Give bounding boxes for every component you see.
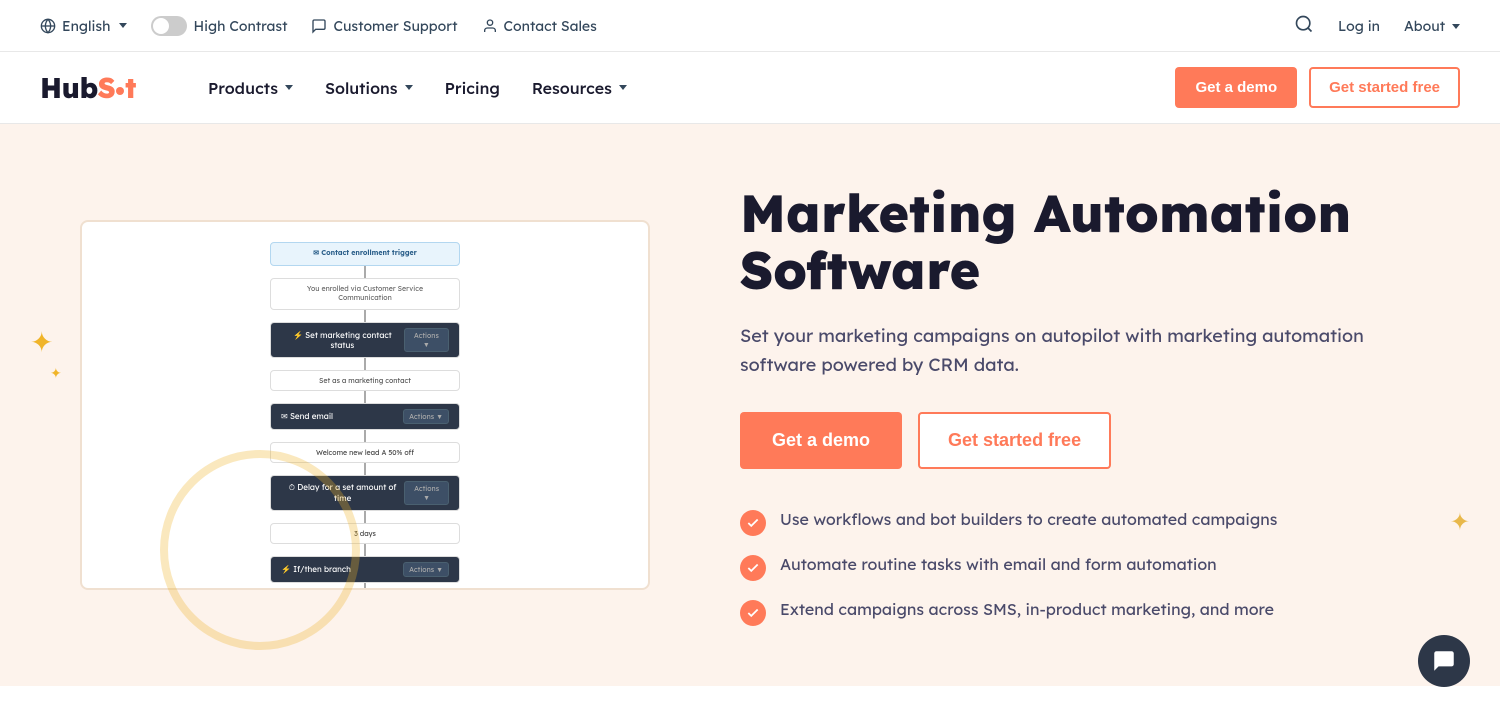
wf-trigger: ✉ Contact enrollment trigger	[270, 242, 460, 266]
arc-decoration	[160, 450, 360, 650]
customer-support-link[interactable]: Customer Support	[311, 17, 457, 35]
sparkle-decoration-2: ✦	[50, 364, 62, 382]
nav-started-button[interactable]: Get started free	[1309, 67, 1460, 108]
about-chevron	[1452, 24, 1460, 29]
check-icon-3	[740, 600, 766, 626]
hero-started-button[interactable]: Get started free	[918, 412, 1111, 469]
sales-label: Contact Sales	[504, 17, 597, 35]
sparkle-decoration-1: ✦	[30, 324, 53, 359]
nav-links: Products Solutions Pricing Resources	[196, 70, 1135, 106]
feature-list: Use workflows and bot builders to create…	[740, 509, 1420, 626]
checkmark-svg-2	[746, 561, 760, 575]
nav-demo-button[interactable]: Get a demo	[1175, 67, 1297, 108]
hero-content: Marketing Automation Software Set your m…	[740, 184, 1420, 626]
search-icon	[1294, 14, 1314, 34]
chat-button[interactable]	[1418, 635, 1470, 687]
hero-section: ✦ ✦ ✦ ✉ Contact enrollment trigger You e…	[0, 124, 1500, 686]
nav-resources[interactable]: Resources	[520, 70, 639, 106]
feature-label-2: Automate routine tasks with email and fo…	[780, 554, 1217, 574]
top-bar: English High Contrast Customer Support C…	[0, 0, 1500, 52]
nav-resources-label: Resources	[532, 78, 612, 98]
wf-send-email: ✉ Send email Actions ▼	[270, 403, 460, 430]
person-icon	[482, 18, 498, 34]
about-link[interactable]: About	[1404, 17, 1460, 35]
feature-label-3: Extend campaigns across SMS, in-product …	[780, 599, 1274, 619]
wf-action-1: You enrolled via Customer ServiceCommuni…	[270, 278, 460, 310]
products-chevron	[285, 85, 293, 90]
top-bar-left: English High Contrast Customer Support C…	[40, 16, 597, 36]
login-link[interactable]: Log in	[1338, 17, 1380, 35]
logo-text: HubSt	[40, 70, 136, 105]
resources-chevron	[619, 85, 627, 90]
feature-item-1: Use workflows and bot builders to create…	[740, 509, 1420, 536]
support-label: Customer Support	[333, 17, 457, 35]
hero-cta-group: Get a demo Get started free	[740, 412, 1420, 469]
nav-ctas: Get a demo Get started free	[1175, 67, 1460, 108]
language-selector[interactable]: English	[40, 17, 127, 35]
top-bar-right: Log in About	[1294, 14, 1460, 38]
check-icon-2	[740, 555, 766, 581]
high-contrast-toggle[interactable]: High Contrast	[151, 16, 287, 36]
wf-ifthen: ⚡ Set marketing contact status Actions ▼	[270, 322, 460, 358]
hero-demo-button[interactable]: Get a demo	[740, 412, 902, 469]
contact-sales-link[interactable]: Contact Sales	[482, 17, 597, 35]
hero-title: Marketing Automation Software	[740, 184, 1420, 298]
feature-label-1: Use workflows and bot builders to create…	[780, 509, 1277, 529]
feature-item-3: Extend campaigns across SMS, in-product …	[740, 599, 1420, 626]
nav-solutions[interactable]: Solutions	[313, 70, 425, 106]
language-label: English	[62, 17, 110, 35]
chat-bubble-icon	[1431, 648, 1457, 674]
wf-desc-1: Set as a marketing contact	[270, 370, 460, 391]
logo[interactable]: HubSt	[40, 70, 136, 105]
hero-image-wrapper: ✉ Contact enrollment trigger You enrolle…	[80, 220, 660, 590]
search-button[interactable]	[1294, 14, 1314, 38]
nav-products[interactable]: Products	[196, 70, 305, 106]
nav-pricing-label: Pricing	[445, 78, 500, 98]
nav-solutions-label: Solutions	[325, 78, 398, 98]
chat-icon	[311, 18, 327, 34]
check-icon-1	[740, 510, 766, 536]
language-chevron	[119, 23, 127, 28]
checkmark-svg	[746, 516, 760, 530]
main-nav: HubSt Products Solutions Pricing Resourc…	[0, 52, 1500, 124]
nav-pricing[interactable]: Pricing	[433, 70, 512, 106]
globe-icon	[40, 18, 56, 34]
contrast-label: High Contrast	[193, 17, 287, 35]
contrast-switch[interactable]	[151, 16, 187, 36]
nav-products-label: Products	[208, 78, 278, 98]
hero-description: Set your marketing campaigns on autopilo…	[740, 322, 1420, 380]
feature-item-2: Automate routine tasks with email and fo…	[740, 554, 1420, 581]
about-label: About	[1404, 17, 1445, 35]
sparkle-decoration-3: ✦	[1450, 506, 1470, 536]
solutions-chevron	[405, 85, 413, 90]
checkmark-svg-3	[746, 606, 760, 620]
